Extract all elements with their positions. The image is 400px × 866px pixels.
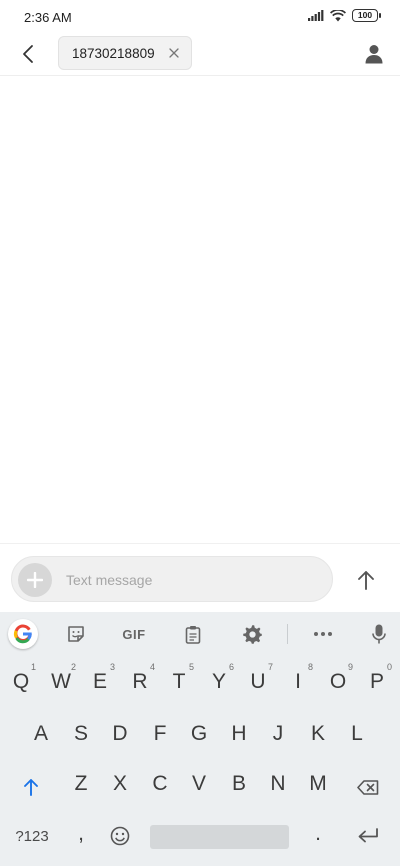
keyboard-toolbar: GIF [0,612,400,656]
sticker-icon [68,626,84,642]
gear-icon [242,624,262,644]
back-arrow-icon [23,45,33,63]
key-c[interactable]: C [142,770,178,798]
back-button[interactable] [14,40,42,68]
key-h[interactable]: H [221,720,257,748]
key-f[interactable]: F [142,720,178,748]
key-y[interactable]: Y6 [201,662,237,696]
comma-key[interactable]: , [66,820,96,848]
recipient-chip[interactable]: 18730218809 [58,36,192,70]
key-s[interactable]: S [63,720,99,748]
key-e[interactable]: E3 [82,662,118,696]
message-thread[interactable] [0,77,400,543]
keyboard-settings-button[interactable] [240,620,264,648]
shift-arrow-icon [24,779,38,796]
key-i[interactable]: I8 [280,662,316,696]
person-icon [365,45,383,64]
send-button[interactable] [350,564,382,596]
key-t[interactable]: T5 [161,662,197,696]
battery-icon: 100 [352,9,381,22]
more-dots-icon [314,632,332,636]
backspace-icon [357,779,379,795]
key-g[interactable]: G [181,720,217,748]
key-n[interactable]: N [260,770,296,798]
toolbar-divider [287,624,288,644]
arrow-up-icon [358,571,374,590]
key-o[interactable]: O9 [320,662,356,696]
wifi-icon [330,9,346,21]
symbols-key[interactable]: ?123 [6,822,58,850]
key-j[interactable]: J [260,720,296,748]
backspace-key[interactable] [350,773,386,801]
emoji-icon [110,826,130,846]
space-key[interactable] [150,825,289,849]
period-key[interactable]: . [303,820,333,848]
shift-key[interactable] [13,773,49,801]
contact-button[interactable] [360,40,388,68]
google-button[interactable] [8,619,38,649]
key-m[interactable]: M [300,770,336,798]
key-q[interactable]: Q1 [3,662,39,696]
clipboard-icon [185,625,201,644]
key-w[interactable]: W2 [43,662,79,696]
enter-key[interactable] [351,822,385,850]
key-p[interactable]: P0 [359,662,395,696]
key-x[interactable]: X [102,770,138,798]
sticker-button[interactable] [64,620,88,648]
key-r[interactable]: R4 [122,662,158,696]
plus-icon [27,572,43,588]
add-attachment-button[interactable] [18,563,52,597]
microphone-icon [372,624,386,644]
key-z[interactable]: Z [63,770,99,798]
conversation-header: 18730218809 [0,34,400,76]
close-icon [169,48,179,58]
google-logo-icon [13,624,32,644]
gif-button[interactable]: GIF [118,620,150,648]
clipboard-button[interactable] [181,620,205,648]
key-b[interactable]: B [221,770,257,798]
message-input[interactable] [66,569,266,591]
key-l[interactable]: L [339,720,375,748]
gif-label: GIF [122,626,146,642]
enter-arrow-icon [358,828,378,843]
key-k[interactable]: K [300,720,336,748]
signal-icon [308,10,324,21]
emoji-key[interactable] [106,822,134,850]
status-time: 2:36 AM [24,10,72,25]
remove-recipient-button[interactable] [167,46,181,60]
key-a[interactable]: A [23,720,59,748]
more-button[interactable] [311,620,335,648]
status-icons: 100 [308,9,381,22]
key-v[interactable]: V [181,770,217,798]
key-d[interactable]: D [102,720,138,748]
status-bar: 2:36 AM 100 [0,0,400,34]
key-u[interactable]: U7 [240,662,276,696]
keyboard: GIF Q 1 W 2 E 3 R 4 T 5 Y 6 U 7 I 8 O 9 … [0,612,400,866]
voice-input-button[interactable] [367,620,391,648]
compose-field[interactable] [11,556,333,602]
recipient-number: 18730218809 [72,46,155,61]
compose-bar [0,543,400,612]
